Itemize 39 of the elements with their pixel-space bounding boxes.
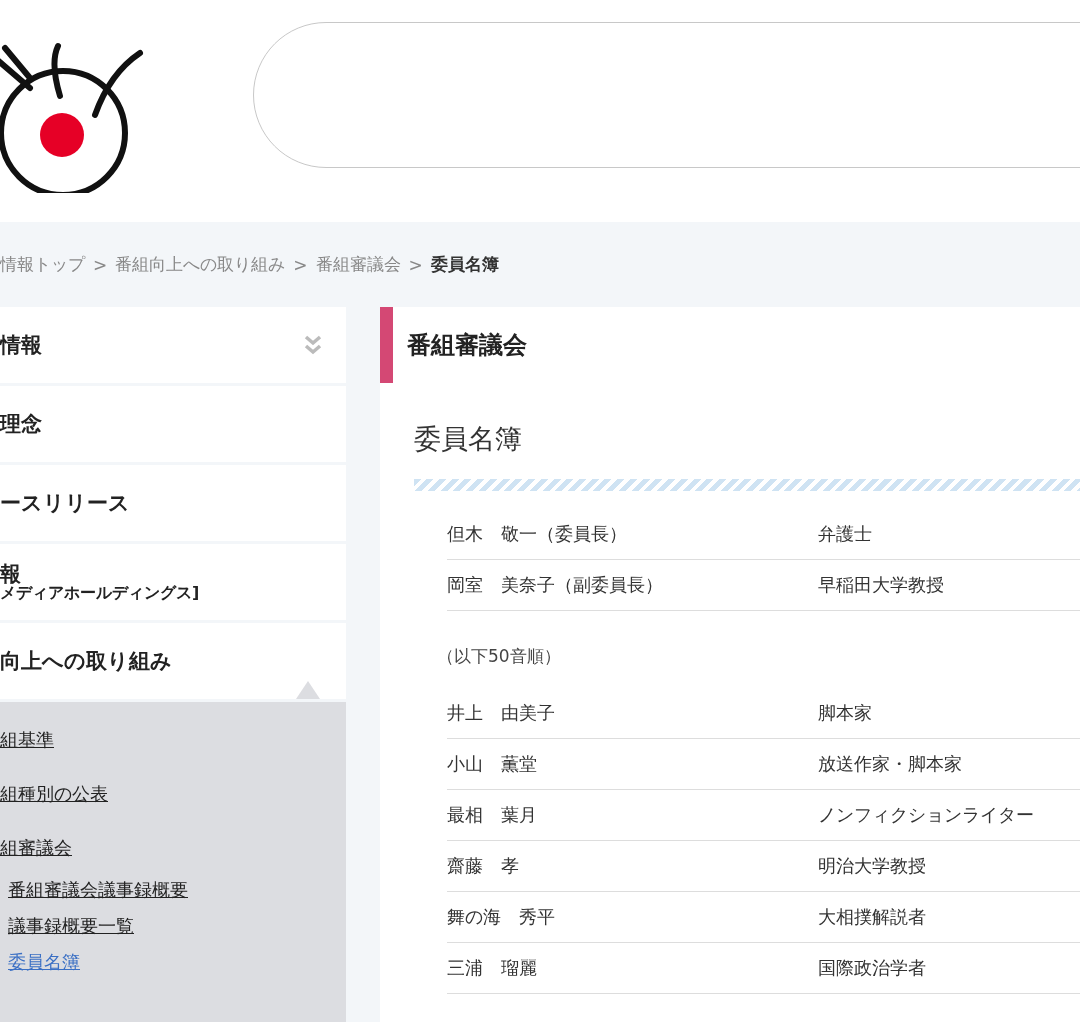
double-chevron-icon[interactable] xyxy=(304,335,322,355)
member-role: 国際政治学者 xyxy=(818,956,926,980)
sidebar-item[interactable]: ースリリース xyxy=(0,465,346,541)
member-role: 大相撲解説者 xyxy=(818,905,926,929)
page-title: 委員名簿 xyxy=(414,422,523,456)
sidebar-item-label: 理念 xyxy=(0,411,42,438)
member-role: 放送作家・脚本家 xyxy=(818,752,962,776)
member-role: 早稲田大学教授 xyxy=(818,573,944,597)
submenu-link[interactable]: 組種別の公表 xyxy=(0,782,108,806)
member-name: 小山 薫堂 xyxy=(447,752,538,776)
member-name: 但木 敬一（委員長） xyxy=(447,522,628,546)
sidebar-item-label: 報 メディアホールディングス] xyxy=(0,562,200,602)
member-name: 井上 由美子 xyxy=(447,701,556,725)
member-name: 舞の海 秀平 xyxy=(447,905,556,929)
order-note: （以下50音順） xyxy=(437,645,562,668)
member-role: 脚本家 xyxy=(818,701,872,725)
member-role: 弁護士 xyxy=(818,522,872,546)
sidebar-item[interactable]: 向上への取り組み xyxy=(0,623,346,699)
sidebar-item-label: 向上への取り組み xyxy=(0,648,172,675)
member-name: 齋藤 孝 xyxy=(447,854,520,878)
member-role: ノンフィクションライター xyxy=(818,803,1034,827)
member-role: 明治大学教授 xyxy=(818,854,926,878)
member-name: 三浦 瑠麗 xyxy=(447,956,538,980)
current-page-text: 委員名簿 xyxy=(430,253,499,276)
submenu-link[interactable]: 組基準 xyxy=(0,728,54,752)
search-field[interactable] xyxy=(253,22,1080,168)
submenu-link[interactable]: 委員名簿 xyxy=(8,950,80,974)
section-title: 番組審議会 xyxy=(407,330,527,361)
member-name: 最相 葉月 xyxy=(447,803,538,827)
separator-text: > xyxy=(408,254,423,275)
sidebar-item[interactable]: 理念 xyxy=(0,386,346,462)
member-name: 岡室 美奈子（副委員長） xyxy=(447,573,664,597)
submenu-link[interactable]: 番組審議会議事録概要 xyxy=(8,878,188,902)
submenu-link[interactable]: 議事録概要一覧 xyxy=(8,914,134,938)
separator-text: > xyxy=(293,254,308,275)
sidebar-item-label: ースリリース xyxy=(0,490,130,517)
submenu-link[interactable]: 組審議会 xyxy=(0,836,72,860)
sidebar-item[interactable]: 報 メディアホールディングス] xyxy=(0,544,346,620)
separator-text: > xyxy=(93,254,108,275)
